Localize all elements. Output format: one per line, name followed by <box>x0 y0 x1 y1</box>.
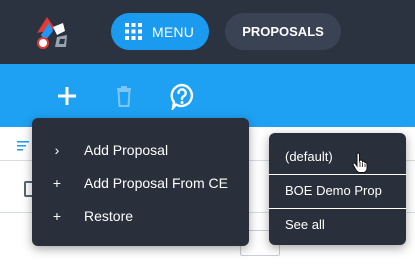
menu-button-label: MENU <box>152 23 195 40</box>
app-logo[interactable] <box>33 13 73 51</box>
proposal-option-label: BOE Demo Prop <box>285 183 382 198</box>
top-navigation-bar: MENU PROPOSALS <box>0 0 415 64</box>
sort-icon[interactable] <box>17 141 29 151</box>
grid-icon <box>125 23 142 40</box>
app-window: MENU PROPOSALS › Add Proposal + Add Prop… <box>0 0 415 267</box>
plus-icon[interactable] <box>53 82 81 110</box>
add-dropdown-menu: › Add Proposal + Add Proposal From CE + … <box>32 118 249 246</box>
proposal-option-default[interactable]: (default) <box>269 139 406 174</box>
menu-item-restore[interactable]: + Restore <box>32 200 249 232</box>
menu-item-add-proposal[interactable]: › Add Proposal <box>32 134 249 166</box>
plus-small-icon: + <box>52 208 62 224</box>
proposals-button[interactable]: PROPOSALS <box>225 13 341 50</box>
trash-icon[interactable] <box>110 82 138 110</box>
proposal-option-see-all[interactable]: See all <box>269 207 406 242</box>
proposal-option-boe-demo-prop[interactable]: BOE Demo Prop <box>269 173 406 208</box>
menu-item-label: Restore <box>84 208 134 224</box>
plus-small-icon: + <box>52 175 62 191</box>
proposal-option-label: See all <box>285 217 325 232</box>
hand-pointer-icon <box>352 152 368 173</box>
chevron-right-icon: › <box>54 142 60 158</box>
menu-button[interactable]: MENU <box>111 13 209 50</box>
proposal-option-label: (default) <box>285 149 333 164</box>
menu-item-label: Add Proposal <box>84 142 169 158</box>
help-icon[interactable] <box>168 82 196 110</box>
proposals-button-label: PROPOSALS <box>242 24 324 39</box>
menu-item-add-proposal-from-ce[interactable]: + Add Proposal From CE <box>32 167 249 199</box>
proposal-dropdown-menu: (default) BOE Demo Prop See all <box>269 133 406 245</box>
menu-item-label: Add Proposal From CE <box>84 175 228 191</box>
